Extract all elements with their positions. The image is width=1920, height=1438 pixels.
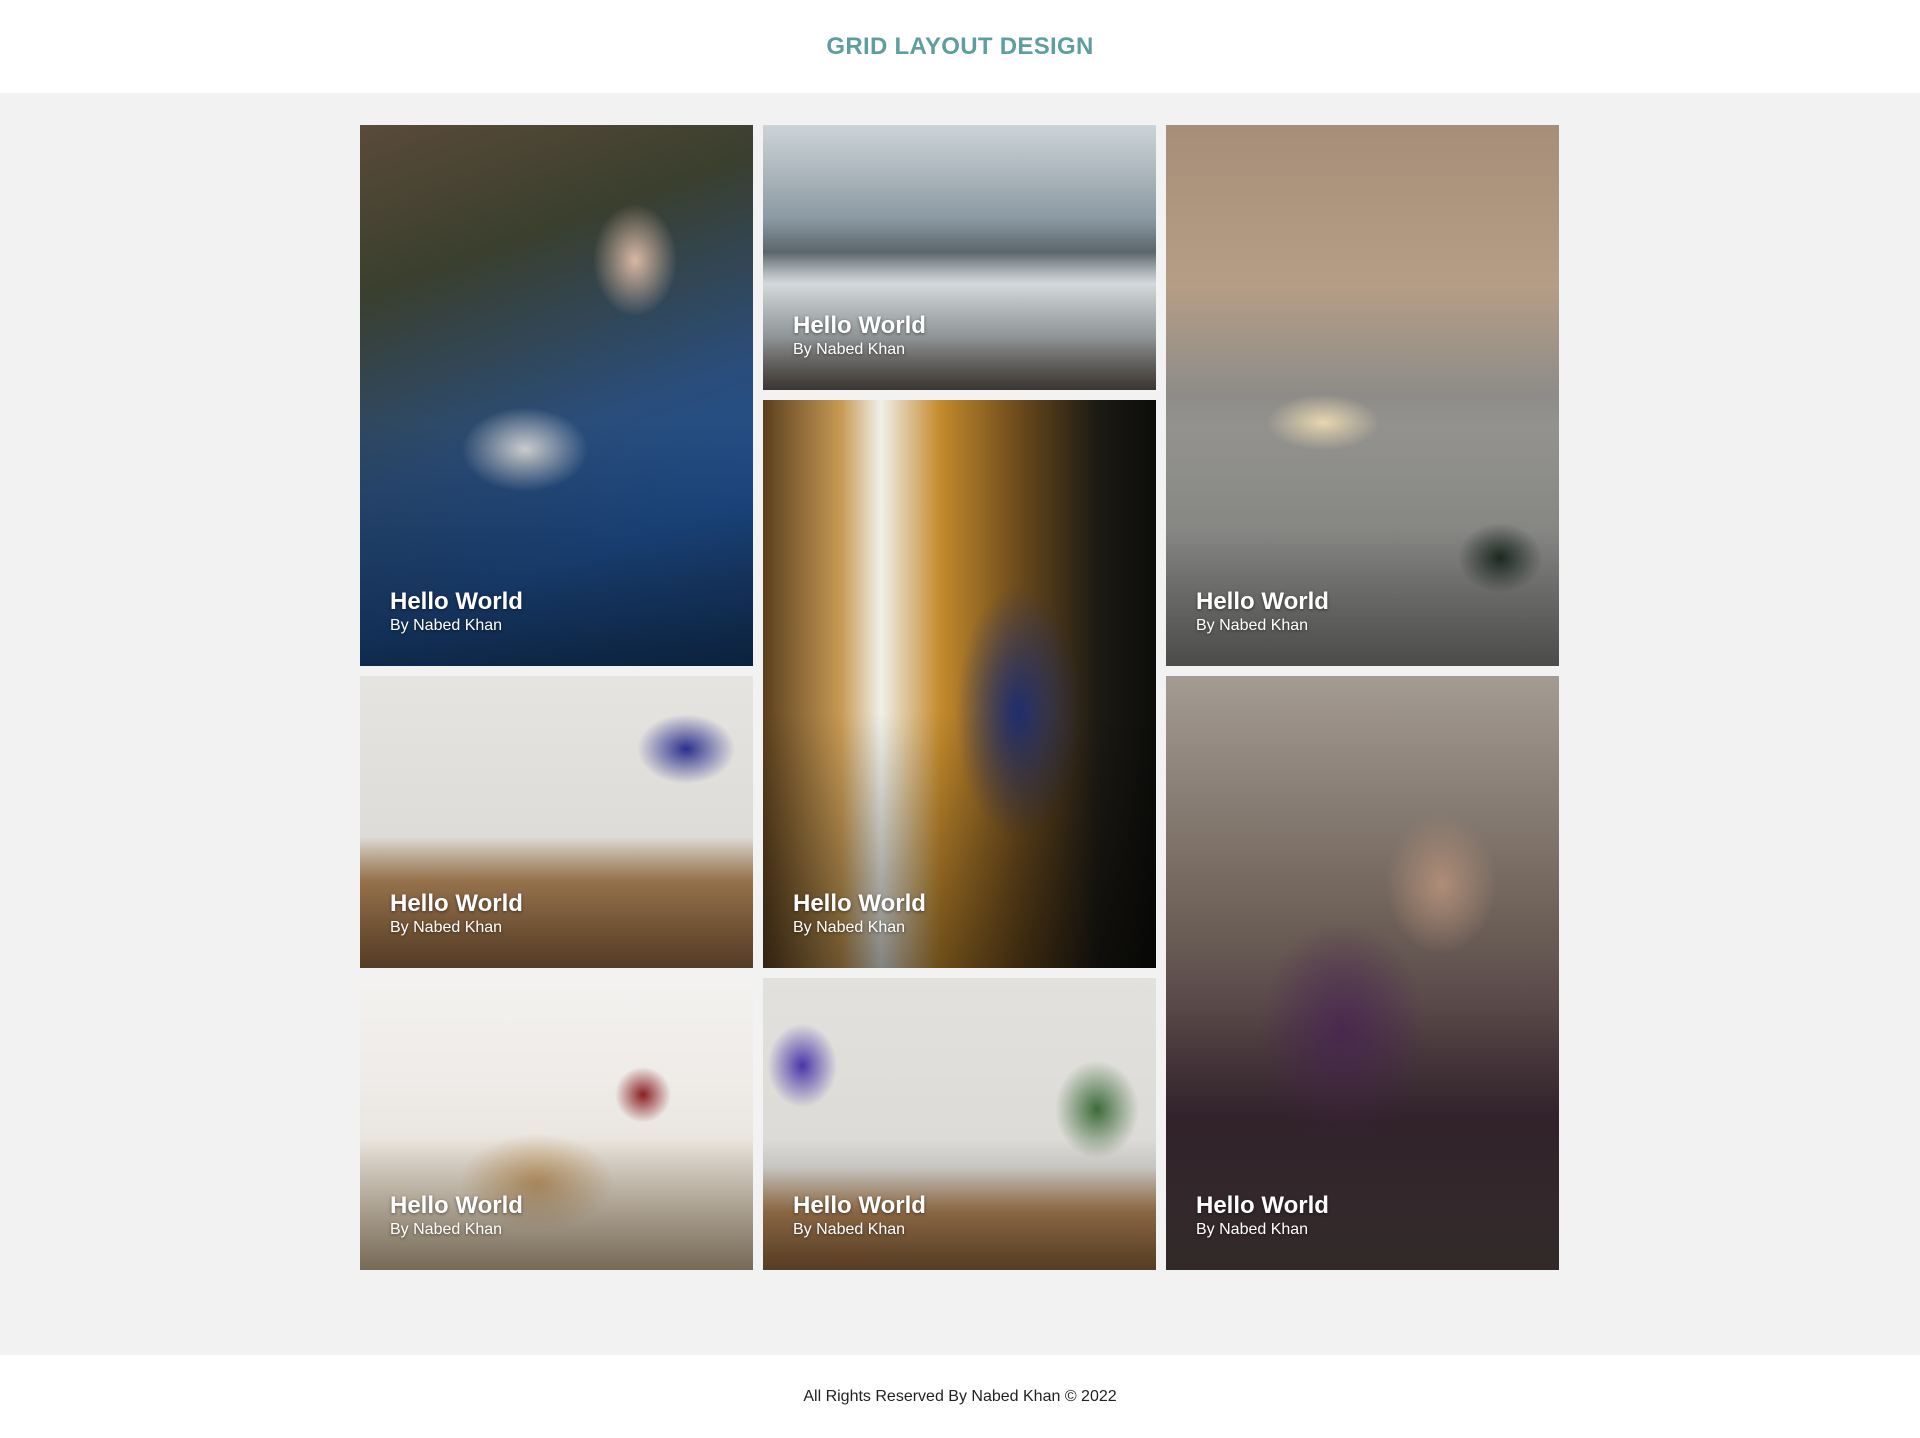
card-caption: Hello World By Nabed Khan [1196, 588, 1329, 636]
card-caption: Hello World By Nabed Khan [390, 1192, 523, 1240]
card-title: Hello World [793, 890, 926, 917]
gallery-card-1[interactable]: Hello World By Nabed Khan [360, 125, 753, 666]
card-caption: Hello World By Nabed Khan [390, 588, 523, 636]
card-author: By Nabed Khan [390, 617, 503, 634]
card-caption: Hello World By Nabed Khan [390, 890, 523, 938]
gallery-card-6[interactable]: Hello World By Nabed Khan [1166, 676, 1559, 1270]
card-caption: Hello World By Nabed Khan [1196, 1192, 1329, 1240]
card-title: Hello World [390, 890, 523, 917]
site-footer: All Rights Reserved By Nabed Khan © 2022 [0, 1355, 1920, 1438]
page-title: GRID LAYOUT DESIGN [826, 32, 1094, 60]
card-author: By Nabed Khan [793, 1221, 906, 1238]
card-title: Hello World [793, 312, 926, 339]
card-author: By Nabed Khan [793, 341, 906, 358]
card-caption: Hello World By Nabed Khan [793, 312, 926, 360]
image-grid: Hello World By Nabed Khan Hello World By… [360, 125, 1560, 1323]
site-header: GRID LAYOUT DESIGN [0, 0, 1920, 93]
gallery-card-7[interactable]: Hello World By Nabed Khan [360, 978, 753, 1270]
gallery-card-4[interactable]: Hello World By Nabed Khan [360, 676, 753, 968]
card-caption: Hello World By Nabed Khan [793, 890, 926, 938]
gallery-card-3[interactable]: Hello World By Nabed Khan [1166, 125, 1559, 666]
gallery-card-2[interactable]: Hello World By Nabed Khan [763, 125, 1156, 390]
copyright-text: All Rights Reserved By Nabed Khan © 2022 [803, 1387, 1117, 1405]
card-author: By Nabed Khan [390, 1221, 503, 1238]
card-title: Hello World [1196, 588, 1329, 615]
card-author: By Nabed Khan [793, 919, 906, 936]
card-caption: Hello World By Nabed Khan [793, 1192, 926, 1240]
card-title: Hello World [793, 1192, 926, 1219]
card-author: By Nabed Khan [1196, 1221, 1309, 1238]
card-title: Hello World [1196, 1192, 1329, 1219]
card-author: By Nabed Khan [390, 919, 503, 936]
gallery-card-8[interactable]: Hello World By Nabed Khan [763, 978, 1156, 1270]
card-title: Hello World [390, 588, 523, 615]
card-title: Hello World [390, 1192, 523, 1219]
gallery-card-5[interactable]: Hello World By Nabed Khan [763, 400, 1156, 968]
card-author: By Nabed Khan [1196, 617, 1309, 634]
